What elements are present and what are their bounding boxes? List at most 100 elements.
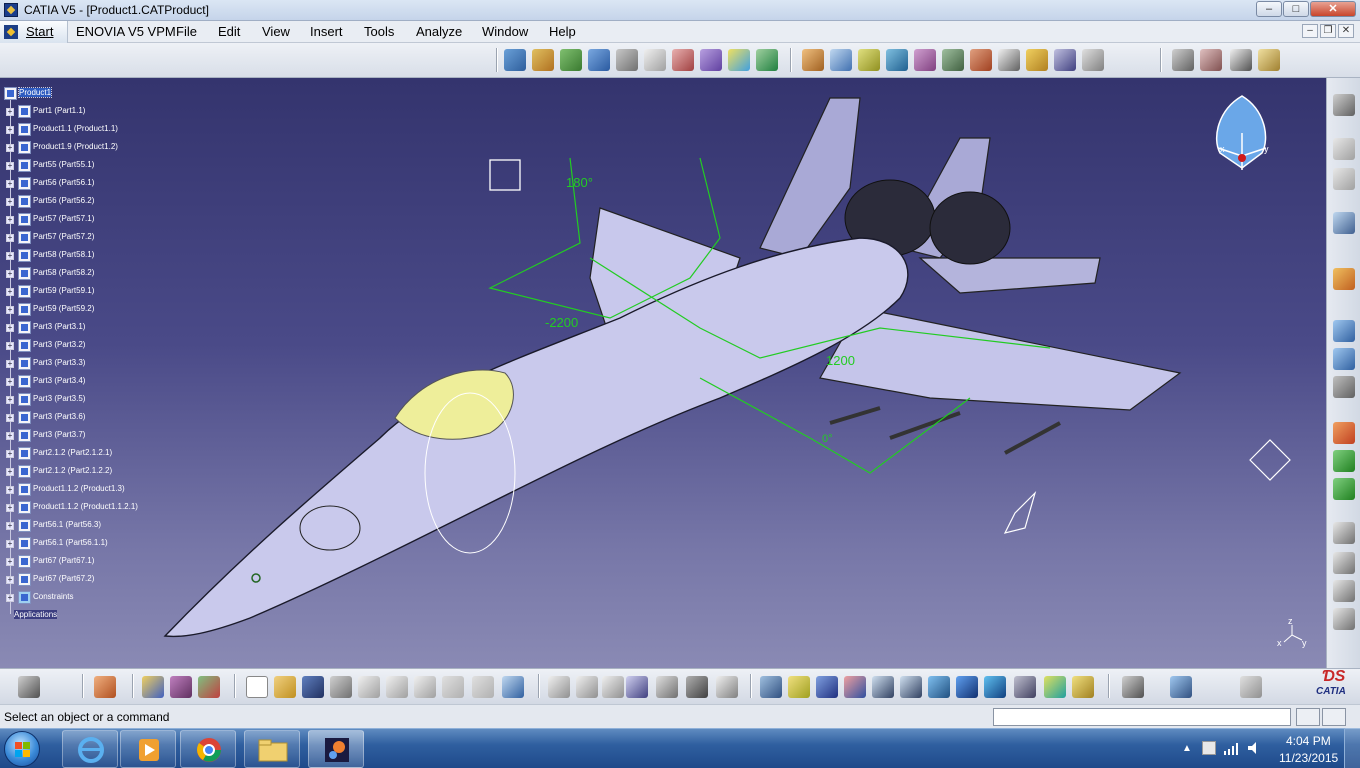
catalog-browser-icon[interactable] bbox=[1333, 138, 1355, 160]
measure-icon[interactable] bbox=[1258, 49, 1280, 71]
multi-instantiation-icon[interactable] bbox=[756, 49, 778, 71]
action-center-icon[interactable] bbox=[1202, 741, 1216, 755]
expand-icon[interactable]: + bbox=[6, 360, 14, 368]
expand-icon[interactable]: + bbox=[6, 486, 14, 494]
assembly-constraint-icon[interactable] bbox=[504, 49, 526, 71]
assembly-features-icon[interactable] bbox=[1333, 320, 1355, 342]
angle-constraint-icon[interactable] bbox=[998, 49, 1020, 71]
menu-tools[interactable]: Tools bbox=[364, 24, 394, 39]
whats-this-icon[interactable] bbox=[502, 676, 524, 698]
multi-view-icon[interactable] bbox=[956, 676, 978, 698]
expand-icon[interactable]: + bbox=[6, 414, 14, 422]
command-cancel-button[interactable] bbox=[1322, 708, 1346, 726]
tree-item-label[interactable]: Part3 (Part3.2) bbox=[33, 340, 85, 349]
compass-widget[interactable]: x y bbox=[1216, 95, 1269, 170]
expand-icon[interactable]: + bbox=[6, 270, 14, 278]
taskbar-catia[interactable] bbox=[308, 730, 364, 768]
tree-item-label[interactable]: Part67 (Part67.2) bbox=[33, 574, 94, 583]
tree-item-label[interactable]: Product1.1 (Product1.1) bbox=[33, 124, 118, 133]
publication-icon[interactable] bbox=[1333, 608, 1355, 630]
expand-icon[interactable]: + bbox=[6, 216, 14, 224]
network-icon[interactable] bbox=[1224, 743, 1238, 755]
tree-item-label[interactable]: Product1.9 (Product1.2) bbox=[33, 142, 118, 151]
tree-item-label[interactable]: Part2.1.2 (Part2.1.2.1) bbox=[33, 448, 112, 457]
tree-item-label[interactable]: Part57 (Part57.2) bbox=[33, 232, 94, 241]
menu-view[interactable]: View bbox=[262, 24, 290, 39]
menu-enovia[interactable]: ENOVIA V5 VPM bbox=[76, 24, 176, 39]
fly-mode-icon[interactable] bbox=[760, 676, 782, 698]
expand-icon[interactable]: + bbox=[6, 306, 14, 314]
tree-item-label[interactable]: Part56.1 (Part56.3) bbox=[33, 520, 101, 529]
tree-applications-label[interactable]: Applications bbox=[14, 610, 58, 619]
bill-of-material-icon[interactable] bbox=[1333, 580, 1355, 602]
contact-constraint-icon[interactable] bbox=[942, 49, 964, 71]
tree-item-label[interactable]: Part59 (Part59.1) bbox=[33, 286, 94, 295]
menu-window[interactable]: Window bbox=[482, 24, 528, 39]
tree-item-label[interactable]: Part56 (Part56.2) bbox=[33, 196, 94, 205]
tree-item-label[interactable]: Part58 (Part58.1) bbox=[33, 250, 94, 259]
taskbar-file-explorer[interactable] bbox=[244, 730, 300, 768]
doc-restore-button[interactable]: ❐ bbox=[1320, 24, 1336, 38]
coincidence-constraint-icon[interactable] bbox=[914, 49, 936, 71]
expand-icon[interactable]: + bbox=[6, 198, 14, 206]
tree-item-label[interactable]: Part3 (Part3.3) bbox=[33, 358, 85, 367]
pocket-icon[interactable] bbox=[1333, 422, 1355, 444]
expand-icon[interactable]: + bbox=[6, 234, 14, 242]
add-icon[interactable] bbox=[1333, 450, 1355, 472]
existing-component-icon[interactable] bbox=[616, 49, 638, 71]
doc-minimize-button[interactable]: – bbox=[1302, 24, 1318, 38]
snap-icon[interactable] bbox=[830, 49, 852, 71]
tree-item-label[interactable]: Part57 (Part57.1) bbox=[33, 214, 94, 223]
zoom-out-icon[interactable] bbox=[900, 676, 922, 698]
offset-constraint-icon[interactable] bbox=[970, 49, 992, 71]
camera-icon[interactable] bbox=[18, 676, 40, 698]
expand-icon[interactable]: + bbox=[6, 324, 14, 332]
select-icon[interactable] bbox=[1333, 268, 1355, 290]
menu-analyze[interactable]: Analyze bbox=[416, 24, 462, 39]
annotation-icon[interactable] bbox=[1333, 552, 1355, 574]
expand-icon[interactable]: + bbox=[6, 288, 14, 296]
expand-icon[interactable]: + bbox=[6, 342, 14, 350]
tree-root-label[interactable]: Product1 bbox=[17, 87, 53, 98]
clock-date[interactable]: 11/23/2015 bbox=[1279, 751, 1338, 765]
save-icon[interactable] bbox=[302, 676, 324, 698]
zoom-in-icon[interactable] bbox=[872, 676, 894, 698]
undo-icon[interactable] bbox=[442, 676, 464, 698]
tree-item-label[interactable]: Constraints bbox=[33, 592, 73, 601]
print-icon[interactable] bbox=[330, 676, 352, 698]
refresh-icon[interactable] bbox=[1240, 676, 1262, 698]
show-hidden-icons-icon[interactable]: ▲ bbox=[1182, 743, 1192, 754]
fit-all-icon[interactable] bbox=[788, 676, 810, 698]
clash-icon[interactable] bbox=[1172, 49, 1194, 71]
command-history-button[interactable] bbox=[1296, 708, 1320, 726]
comment-icon[interactable] bbox=[576, 676, 598, 698]
knowledge-icon[interactable] bbox=[602, 676, 624, 698]
expand-icon[interactable]: + bbox=[6, 576, 14, 584]
hole-icon[interactable] bbox=[1333, 376, 1355, 398]
tree-item-label[interactable]: Part3 (Part3.7) bbox=[33, 430, 85, 439]
expand-icon[interactable]: + bbox=[6, 126, 14, 134]
expand-icon[interactable]: + bbox=[6, 432, 14, 440]
expand-icon[interactable]: + bbox=[6, 180, 14, 188]
taskbar-chrome[interactable] bbox=[180, 730, 236, 768]
expand-icon[interactable]: + bbox=[6, 396, 14, 404]
expand-icon[interactable]: + bbox=[6, 522, 14, 530]
copy-icon[interactable] bbox=[386, 676, 408, 698]
close-button[interactable]: ✕ bbox=[1310, 1, 1356, 17]
sectioning-icon[interactable] bbox=[1200, 49, 1222, 71]
windows-start-button[interactable] bbox=[4, 731, 40, 767]
generate-numbering-icon[interactable] bbox=[700, 49, 722, 71]
dimension-length-1200[interactable]: 1200 bbox=[826, 353, 855, 368]
open-file-icon[interactable] bbox=[274, 676, 296, 698]
design-table-icon[interactable] bbox=[626, 676, 648, 698]
expand-icon[interactable]: + bbox=[6, 252, 14, 260]
explode-icon[interactable] bbox=[858, 49, 880, 71]
new-file-icon[interactable] bbox=[246, 676, 268, 698]
manipulation-icon[interactable] bbox=[802, 49, 824, 71]
fix-together-icon[interactable] bbox=[1054, 49, 1076, 71]
expand-icon[interactable]: + bbox=[6, 144, 14, 152]
rotate-icon[interactable] bbox=[844, 676, 866, 698]
distance-band-icon[interactable] bbox=[1230, 49, 1252, 71]
cut-icon[interactable] bbox=[358, 676, 380, 698]
tree-item-label[interactable]: Part3 (Part3.6) bbox=[33, 412, 85, 421]
